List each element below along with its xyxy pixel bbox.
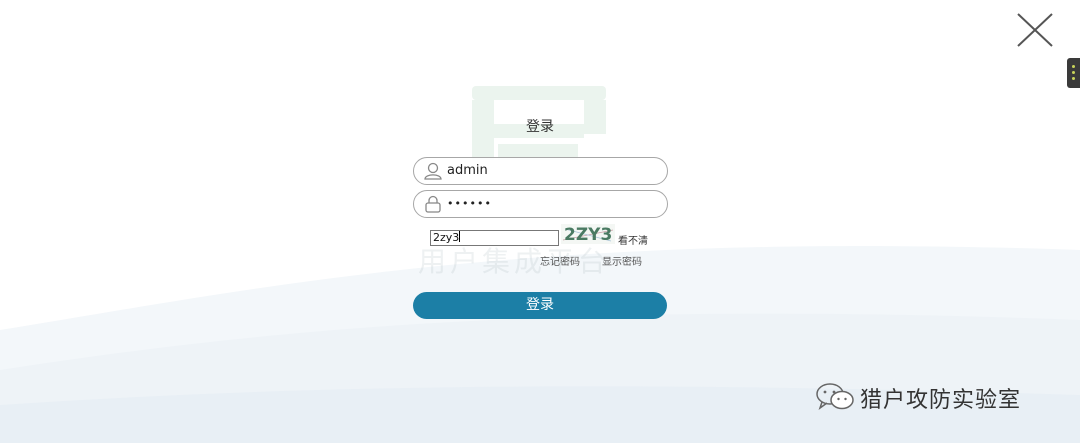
password-value: •••••• [447,197,492,210]
captcha-input-value: 2zy3 [433,231,460,244]
user-icon [424,162,442,180]
lock-icon [425,195,441,213]
close-button[interactable] [1014,10,1056,50]
side-toolbar-tab[interactable] [1067,58,1080,88]
side-tab-dot [1072,77,1075,80]
captcha-image-text: 2ZY3 [564,225,612,244]
show-password-link[interactable]: 显示密码 [602,253,642,268]
background-wave [0,246,1080,443]
password-field[interactable]: •••••• [413,190,668,218]
text-caret [459,231,461,242]
captcha-refresh-link[interactable]: 看不清 [618,232,648,247]
captcha-input[interactable]: 2zy3 [430,230,559,246]
forgot-password-link[interactable]: 忘记密码 [540,253,580,268]
username-field[interactable]: admin [413,157,668,185]
side-tab-dot [1072,71,1075,74]
login-button[interactable]: 登录 [413,292,667,319]
watermark-text: 用户集成平台 [418,245,611,278]
login-title: 登录 [526,119,554,135]
brand-name: 猎户攻防实验室 [860,388,1022,413]
side-tab-dot [1072,65,1075,68]
username-value: admin [447,163,488,178]
wechat-icon [816,383,854,410]
captcha-image[interactable]: 2ZY3 [561,224,615,244]
close-icon [1017,13,1053,47]
